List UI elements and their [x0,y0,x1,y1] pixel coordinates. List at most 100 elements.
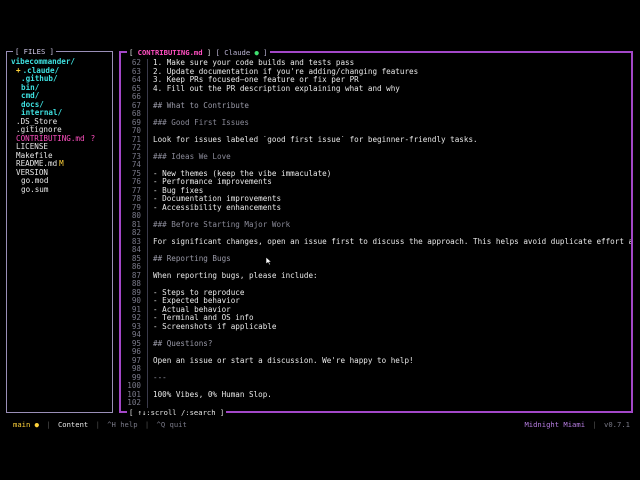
editor-line: 99 --- [121,373,631,382]
line-number: 77 [121,186,148,195]
modified-dot-icon: ● [34,420,39,429]
line-text: - Expected behavior [153,297,240,305]
git-status-badge: ? [90,133,96,143]
line-text: - Screenshots if applicable [153,322,277,331]
editor-line: 80 [121,212,631,221]
editor-line: 83 For significant changes, open an issue… [121,237,631,246]
search-hint: /:search [180,408,216,417]
tab-claude[interactable]: Claude [224,48,250,57]
editor-line: 72 [121,144,631,153]
line-number: 97 [121,356,148,365]
line-number: 88 [121,280,148,289]
line-number: 64 [121,76,148,85]
tree-item[interactable]: go.sum [11,184,110,195]
line-number: 84 [121,246,148,255]
editor-line: 81 ### Before Starting Major Work [121,220,631,229]
editor-hints: [ ↑↓:scroll /:search ] [127,408,227,417]
theme-name: Midnight Miami [524,420,586,429]
line-number: 79 [121,203,148,212]
line-number: 102 [121,399,148,408]
line-number: 94 [121,331,148,340]
git-branch: main [13,420,31,429]
line-number: 80 [121,212,148,221]
editor-line: 69 ### Good First Issues [121,118,631,127]
file-tree[interactable]: vibecommander/+ .claude/.github/bin/cmd/d… [11,57,110,195]
line-number: 68 [121,110,148,119]
editor-line: 70 [121,127,631,136]
editor-line: 63 2. Update documentation if you're addi… [121,67,631,76]
line-text: 3. Keep PRs focused—one feature or fix p… [153,76,359,84]
line-number: 93 [121,322,148,331]
line-number: 82 [121,229,148,238]
editor-line: 65 4. Fill out the PR description explain… [121,84,631,93]
line-number: 83 [121,237,148,246]
status-bar: main ● | Content | ^H help | ^Q quit Mid… [13,420,630,429]
line-number: 91 [121,305,148,314]
editor-line: 67 ## What to Contribute [121,101,631,110]
line-text: For significant changes, open an issue f… [153,237,631,246]
line-number: 65 [121,84,148,93]
editor-pane[interactable]: [ CONTRIBUTING.md ] [ Claude ● ] 62 1. Ma… [119,48,633,417]
line-number: 72 [121,144,148,153]
line-text: When reporting bugs, please include: [153,271,318,280]
editor-line: 95 ## Questions? [121,339,631,348]
line-text: 2. Update documentation if you're adding… [153,67,419,76]
editor-line: 62 1. Make sure your code builds and test… [121,59,631,68]
line-number: 101 [121,390,148,399]
line-text: ## Questions? [153,339,213,348]
line-text: - Accessibility enhancements [153,203,282,212]
editor-line: 98 [121,365,631,374]
editor-line: 97 Open an issue or start a discussion. W… [121,356,631,365]
editor-line: 74 [121,161,631,170]
line-text: - Steps to reproduce [153,288,245,297]
editor-line: 96 [121,348,631,357]
editor-line: 94 [121,331,631,340]
line-number: 95 [121,339,148,348]
editor-line: 100 [121,382,631,391]
line-text: ## What to Contribute [153,101,250,110]
editor-line: 75 - New themes (keep the vibe immaculate… [121,169,631,178]
editor-line: 102 [121,399,631,408]
editor-content[interactable]: 62 1. Make sure your code builds and test… [121,59,631,408]
line-text: Look for issues labeled `good first issu… [153,135,478,144]
editor-line: 91 - Actual behavior [121,305,631,314]
editor-line: 88 [121,280,631,289]
mouse-cursor-icon [265,256,273,266]
line-number: 66 [121,93,148,102]
editor-line: 79 - Accessibility enhancements [121,203,631,212]
line-text: Open an issue or start a discussion. We'… [153,356,414,365]
line-text: - Terminal and OS info [153,314,254,322]
line-text: - Documentation improvements [153,195,282,203]
line-text: ## Reporting Bugs [153,254,231,263]
tab-contributing[interactable]: CONTRIBUTING.md [138,48,203,57]
editor-line: 73 ### Ideas We Love [121,152,631,161]
editor-tab-bar: [ CONTRIBUTING.md ] [ Claude ● ] [127,48,270,57]
focus-mode: Content [57,420,89,429]
editor-line: 101 100% Vibes, 0% Human Slop. [121,390,631,399]
scroll-hint: ↑↓:scroll [137,408,177,417]
line-number: 99 [121,373,148,382]
editor-line: 77 - Bug fixes [121,186,631,195]
line-text: ### Good First Issues [153,118,250,127]
line-number: 70 [121,127,148,136]
line-text: - Bug fixes [153,186,204,195]
line-number: 67 [121,101,148,110]
line-text: ### Ideas We Love [153,152,231,161]
line-number: 62 [121,59,148,68]
line-number: 92 [121,314,148,323]
quit-shortcut[interactable]: ^Q quit [157,420,187,429]
line-text: ### Before Starting Major Work [153,220,291,229]
line-number: 74 [121,161,148,170]
help-shortcut[interactable]: ^H help [107,420,137,429]
editor-line: 71 Look for issues labeled `good first is… [121,135,631,144]
tree-item-label: go.sum [21,184,49,194]
files-pane-title: [ FILES ] [13,47,56,56]
line-number: 69 [121,118,148,127]
expand-marker-icon: + [16,65,21,75]
app-version: v0.7.1 [604,420,630,429]
line-number: 73 [121,152,148,161]
line-text: --- [153,373,167,382]
line-number: 63 [121,67,148,76]
files-pane[interactable]: [ FILES ] vibecommander/+ .claude/.github… [6,47,113,413]
line-number: 89 [121,288,148,297]
